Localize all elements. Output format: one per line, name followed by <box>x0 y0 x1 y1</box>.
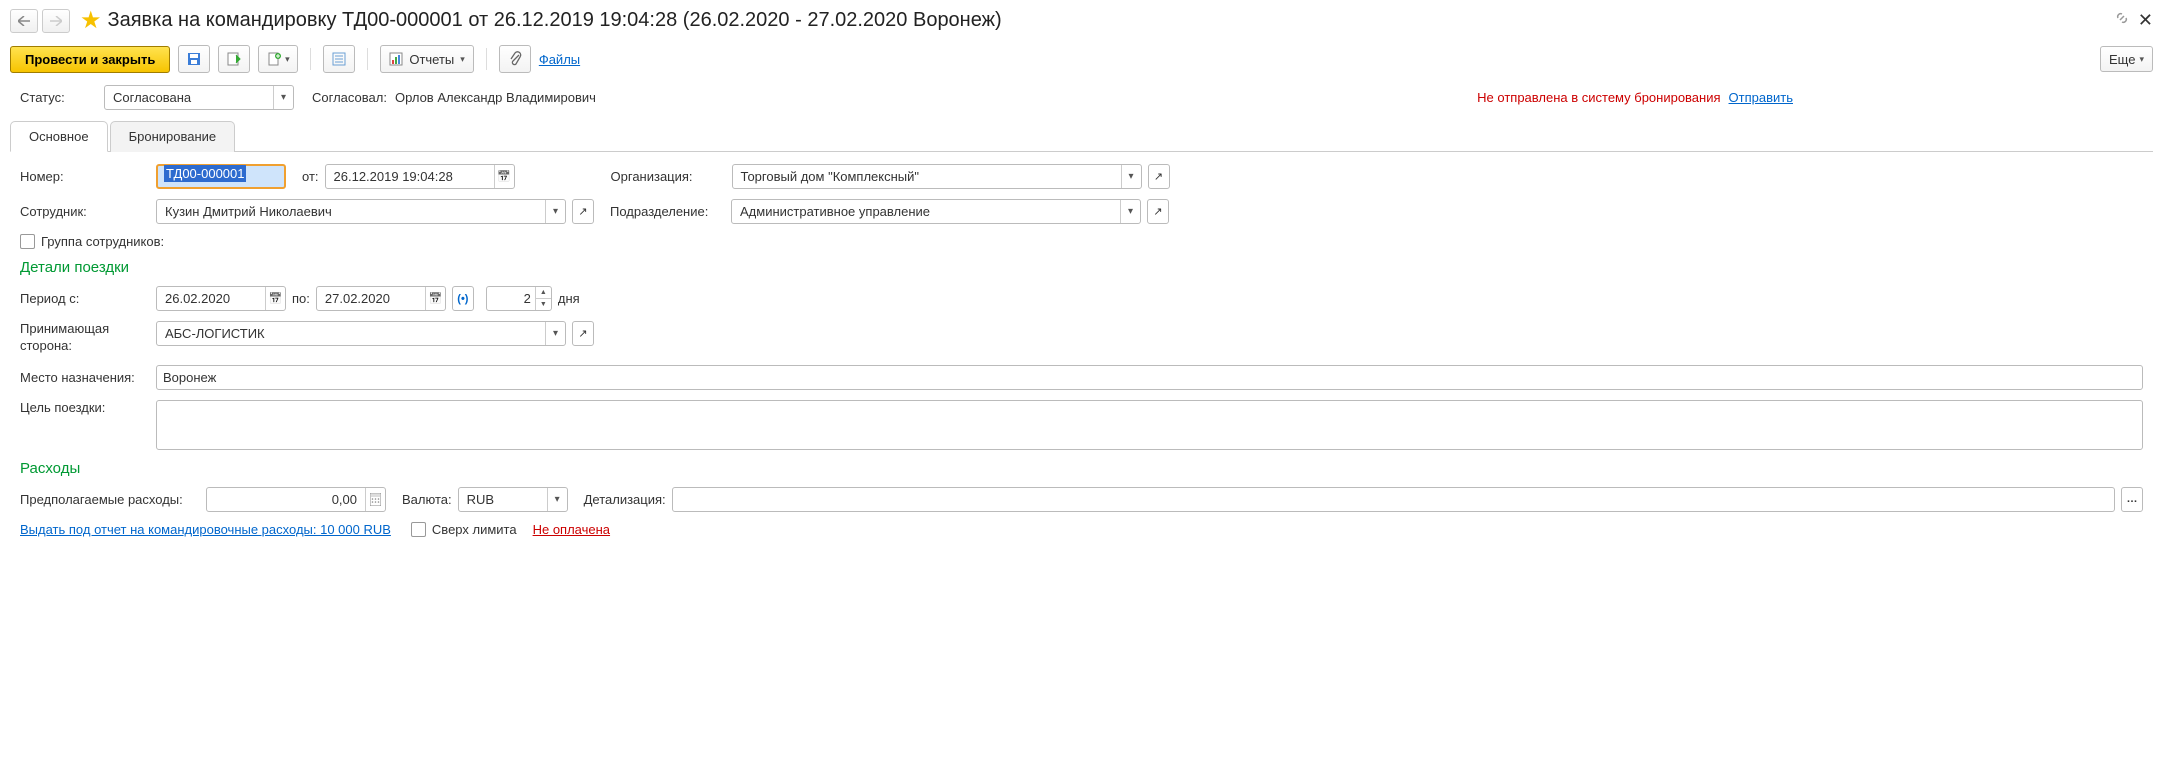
dept-label: Подразделение: <box>610 204 725 219</box>
group-employees-checkbox[interactable] <box>20 234 35 249</box>
approved-by-value: Орлов Александр Владимирович <box>395 90 596 105</box>
destination-label: Место назначения: <box>20 370 150 385</box>
create-from-button[interactable]: ▾ <box>258 45 298 73</box>
chevron-down-icon[interactable]: ▾ <box>1120 200 1140 223</box>
org-label: Организация: <box>611 169 726 184</box>
dept-select[interactable]: Административное управление ▾ <box>731 199 1141 224</box>
detail-select[interactable] <box>672 487 2115 512</box>
nav-forward-button[interactable] <box>42 9 70 33</box>
over-limit-checkbox[interactable] <box>411 522 426 537</box>
list-button[interactable] <box>323 45 355 73</box>
save-button[interactable] <box>178 45 210 73</box>
days-label: дня <box>558 291 580 306</box>
not-paid-link[interactable]: Не оплачена <box>533 522 610 537</box>
calendar-icon[interactable] <box>494 165 514 188</box>
employee-label: Сотрудник: <box>20 204 150 219</box>
open-employee-button[interactable]: ↗ <box>572 199 594 224</box>
form-body: Номер: ТД00-000001 от: 26.12.2019 19:04:… <box>0 152 2163 559</box>
more-button[interactable]: Еще ▾ <box>2100 46 2153 72</box>
reports-button[interactable]: Отчеты ▾ <box>380 45 473 73</box>
est-expenses-label: Предполагаемые расходы: <box>20 492 200 507</box>
host-label: Принимающая сторона: <box>20 321 150 355</box>
chevron-down-icon[interactable]: ▾ <box>1121 165 1141 188</box>
days-spinner[interactable]: 2 ▲▼ <box>486 286 552 311</box>
date-input[interactable]: 26.12.2019 19:04:28 <box>325 164 515 189</box>
detail-label: Детализация: <box>584 492 666 507</box>
send-link[interactable]: Отправить <box>1729 90 1793 105</box>
status-select[interactable]: Согласована ▾ <box>104 85 294 110</box>
number-label: Номер: <box>20 169 150 184</box>
currency-label: Валюта: <box>402 492 452 507</box>
tab-booking[interactable]: Бронирование <box>110 121 236 152</box>
spin-up-icon[interactable]: ▲ <box>536 287 551 299</box>
chevron-down-icon[interactable]: ▾ <box>545 322 565 345</box>
booking-warning: Не отправлена в систему бронирования <box>1477 90 1720 105</box>
attach-button[interactable] <box>499 45 531 73</box>
advance-link[interactable]: Выдать под отчет на командировочные расх… <box>20 522 391 537</box>
separator <box>367 48 368 70</box>
group-employees-label: Группа сотрудников: <box>41 234 164 249</box>
open-host-button[interactable]: ↗ <box>572 321 594 346</box>
chevron-down-icon[interactable]: ▾ <box>547 488 567 511</box>
number-input[interactable]: ТД00-000001 <box>156 164 286 189</box>
open-org-button[interactable]: ↗ <box>1148 164 1170 189</box>
destination-input[interactable]: Воронеж <box>156 365 2143 390</box>
separator <box>310 48 311 70</box>
chevron-down-icon[interactable]: ▾ <box>545 200 565 223</box>
tab-bar: Основное Бронирование <box>10 120 2153 152</box>
nav-back-button[interactable] <box>10 9 38 33</box>
expenses-section-title: Расходы <box>20 460 2143 477</box>
employee-select[interactable]: Кузин Дмитрий Николаевич ▾ <box>156 199 566 224</box>
chevron-down-icon[interactable]: ▾ <box>273 86 293 109</box>
over-limit-label: Сверх лимита <box>432 522 517 537</box>
trip-section-title: Детали поездки <box>20 259 2143 276</box>
spin-down-icon[interactable]: ▼ <box>536 299 551 310</box>
separator <box>486 48 487 70</box>
link-icon[interactable] <box>2114 10 2130 31</box>
post-and-close-button[interactable]: Провести и закрыть <box>10 46 170 73</box>
toolbar: Провести и закрыть ▾ Отчеты ▾ Файлы Еще … <box>0 41 2163 83</box>
purpose-label: Цель поездки: <box>20 400 150 415</box>
window-header: ★ Заявка на командировку ТД00-000001 от … <box>0 0 2163 41</box>
org-select[interactable]: Торговый дом "Комплексный" ▾ <box>732 164 1142 189</box>
open-dept-button[interactable]: ↗ <box>1147 199 1169 224</box>
detail-ellipsis-button[interactable]: … <box>2121 487 2143 512</box>
est-expenses-input[interactable]: 0,00 <box>206 487 386 512</box>
period-picker-button[interactable]: (•) <box>452 286 474 311</box>
tab-main[interactable]: Основное <box>10 121 108 152</box>
calendar-icon[interactable] <box>265 287 285 310</box>
close-icon[interactable]: ✕ <box>2138 10 2153 31</box>
period-label: Период с: <box>20 291 150 306</box>
purpose-textarea[interactable] <box>156 400 2143 450</box>
status-label: Статус: <box>20 90 96 105</box>
calculator-icon[interactable] <box>365 488 385 511</box>
post-button[interactable] <box>218 45 250 73</box>
reports-label: Отчеты <box>409 52 454 67</box>
to-label: по: <box>292 291 310 306</box>
favorite-star-icon[interactable]: ★ <box>80 6 102 35</box>
date-from-input[interactable]: 26.02.2020 <box>156 286 286 311</box>
approved-by-label: Согласовал: <box>312 90 387 105</box>
files-link[interactable]: Файлы <box>539 52 580 67</box>
date-label: от: <box>302 169 319 184</box>
page-title: Заявка на командировку ТД00-000001 от 26… <box>108 9 2106 32</box>
status-bar: Статус: Согласована ▾ Согласовал: Орлов … <box>0 83 2163 120</box>
calendar-icon[interactable] <box>425 287 445 310</box>
currency-select[interactable]: RUB ▾ <box>458 487 568 512</box>
host-select[interactable]: АБС-ЛОГИСТИК ▾ <box>156 321 566 346</box>
date-to-input[interactable]: 27.02.2020 <box>316 286 446 311</box>
